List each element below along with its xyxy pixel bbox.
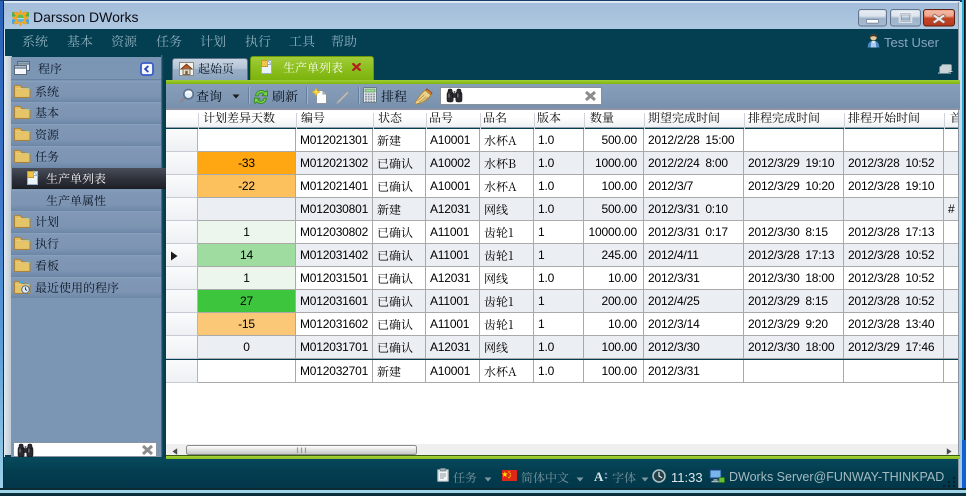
svg-text:A: A (594, 470, 604, 482)
